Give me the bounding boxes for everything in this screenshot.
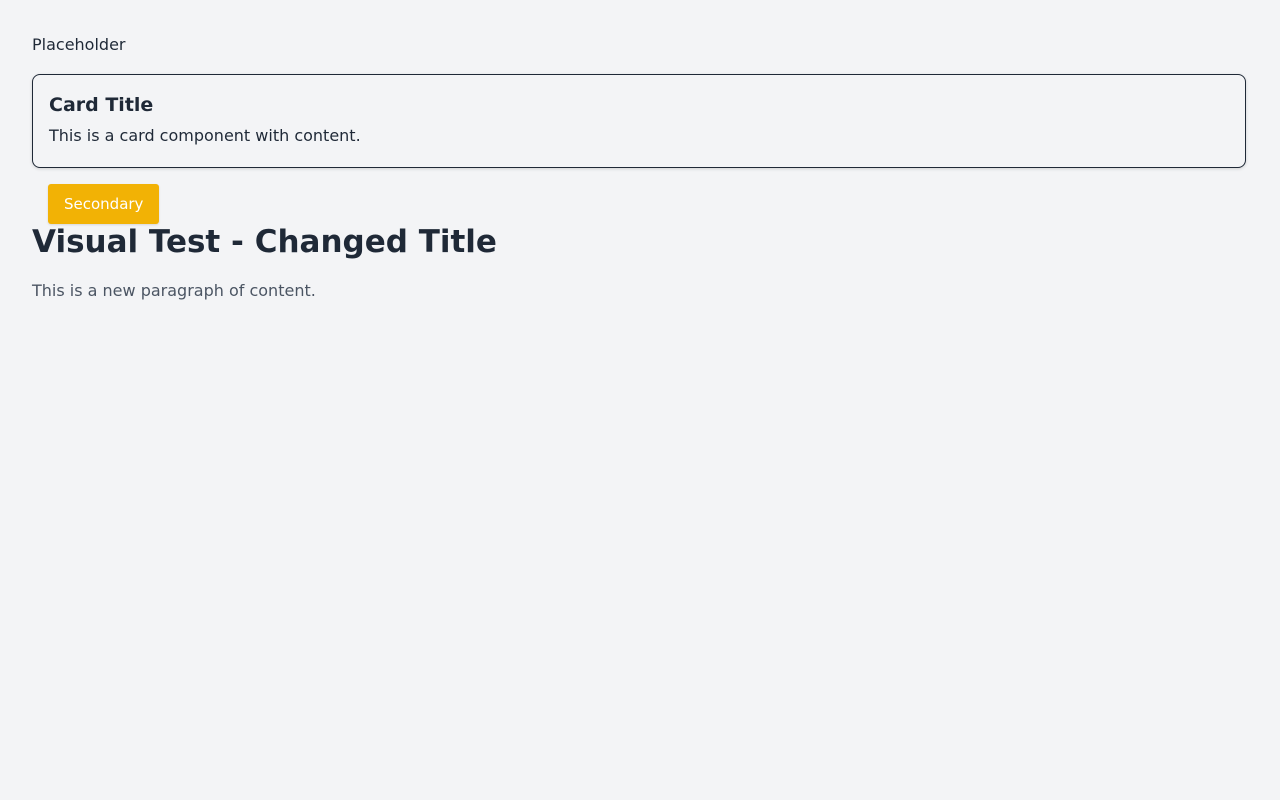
placeholder-image-alt: Placeholder bbox=[32, 34, 126, 54]
placeholder-image: Placeholder bbox=[32, 34, 126, 54]
page: Placeholder Card Title This is a card co… bbox=[0, 0, 1280, 302]
content-paragraph: This is a new paragraph of content. bbox=[32, 281, 316, 300]
card-title: Card Title bbox=[49, 94, 154, 116]
secondary-button[interactable]: Secondary bbox=[48, 184, 160, 224]
card: Card Title This is a card component with… bbox=[32, 74, 1246, 168]
page-title: Visual Test - Changed Title bbox=[32, 224, 497, 260]
card-text: This is a card component with content. bbox=[49, 126, 361, 145]
